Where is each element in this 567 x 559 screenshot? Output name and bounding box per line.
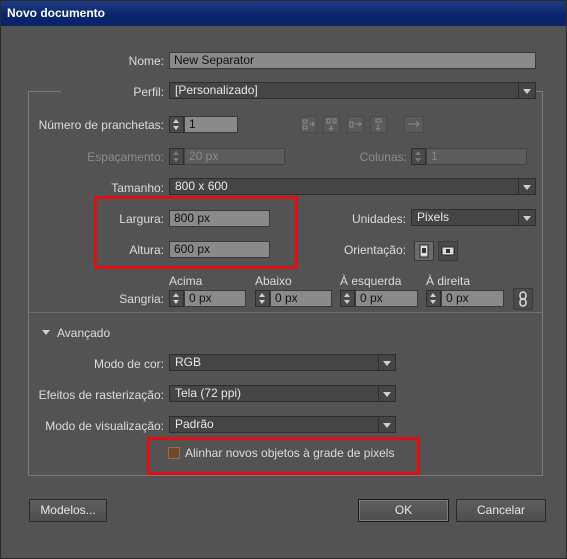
preview-mode-label: Modo de visualização: [45,419,164,433]
color-mode-label: Modo de cor: [93,357,164,371]
name-label: Nome: [128,54,164,68]
advanced-separator [29,312,542,313]
chevron-down-icon [518,179,535,194]
dialog-title: Novo documento [1,1,566,26]
spacing-input[interactable]: 20 px [184,148,285,165]
grid-by-column-icon[interactable] [323,116,340,133]
advanced-toggle-label[interactable]: Avançado [57,326,110,340]
artboards-stepper[interactable] [169,116,184,133]
highlight-size-box [94,196,298,269]
bleed-left-label: À esquerda [340,274,402,288]
bleed-top-input[interactable]: 0 px [184,290,246,307]
bleed-left-stepper[interactable] [340,290,355,307]
disclosure-triangle-icon[interactable] [42,330,50,335]
bleed-right-input[interactable]: 0 px [441,290,504,307]
layout-rtl-icon[interactable] [404,116,424,133]
portrait-icon[interactable] [414,241,434,261]
link-icon[interactable] [513,288,533,310]
bleed-bottom-input[interactable]: 0 px [270,290,332,307]
size-value: 800 x 600 [175,179,228,193]
artboards-label: Número de pranchetas: [38,118,164,132]
arrange-by-row-icon[interactable] [347,116,364,133]
bleed-top-label: Acima [169,274,203,288]
size-dropdown[interactable]: 800 x 600 [169,178,536,195]
units-label: Unidades: [351,212,406,226]
bleed-top-stepper[interactable] [169,290,184,307]
profile-value: [Personalizado] [175,83,258,97]
color-mode-dropdown[interactable]: RGB [169,354,396,371]
arrange-by-column-icon[interactable] [370,116,387,133]
preview-mode-dropdown[interactable]: Padrão [169,416,396,433]
spacing-stepper[interactable] [169,148,184,165]
profile-dropdown[interactable]: [Personalizado] [169,82,536,99]
raster-effects-value: Tela (72 ppi) [175,386,242,400]
highlight-checkbox-box [147,437,420,475]
chevron-down-icon [378,355,395,370]
units-value: Pixels [417,210,450,224]
landscape-icon[interactable] [438,241,458,261]
bleed-left-input[interactable]: 0 px [355,290,418,307]
columns-input[interactable]: 1 [426,148,527,165]
units-dropdown[interactable]: Pixels [411,209,536,226]
size-label: Tamanho: [111,181,164,195]
chevron-down-icon [378,417,395,432]
chevron-down-icon [518,83,535,98]
group-frame-top-right [536,91,543,92]
name-input[interactable]: New Separator [169,52,536,69]
color-mode-value: RGB [175,355,202,369]
bleed-right-label: À direita [426,274,471,288]
preview-mode-value: Padrão [175,417,214,431]
orientation-label: Orientação: [343,243,406,257]
columns-label: Colunas: [359,150,407,164]
bleed-label: Sangria: [119,292,164,306]
raster-effects-label: Efeitos de rasterização: [38,388,164,402]
artboards-input[interactable]: 1 [184,116,238,133]
new-document-dialog: Novo documento Nome: New Separator Perfi… [0,0,567,559]
bleed-bottom-label: Abaixo [255,274,292,288]
bleed-bottom-stepper[interactable] [255,290,270,307]
profile-label: Perfil: [61,85,164,99]
chevron-down-icon [518,210,535,225]
chevron-down-icon [378,386,395,401]
cancel-button[interactable]: Cancelar [456,499,546,522]
bleed-right-stepper[interactable] [426,290,441,307]
grid-by-row-icon[interactable] [300,116,317,133]
templates-button[interactable]: Modelos... [29,499,107,522]
ok-button[interactable]: OK [358,499,449,522]
spacing-label: Espaçamento: [87,150,164,164]
raster-effects-dropdown[interactable]: Tela (72 ppi) [169,385,396,402]
columns-stepper[interactable] [411,148,426,165]
